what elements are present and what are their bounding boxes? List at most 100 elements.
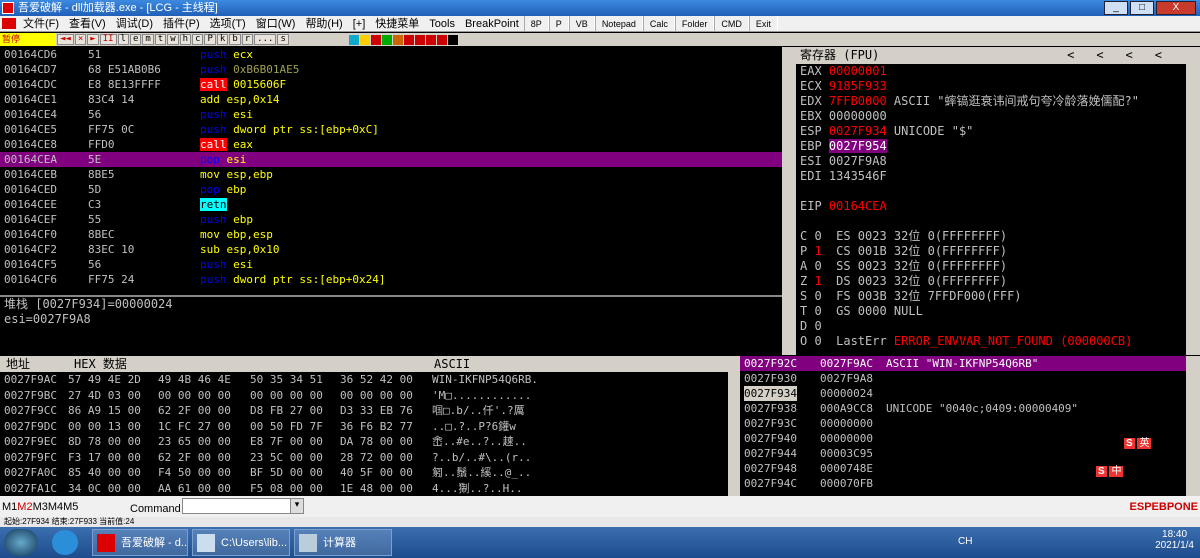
mark-m5[interactable]: M5 <box>63 501 78 513</box>
disasm-row[interactable]: 00164CF2 83EC 10 sub esp,0x10 <box>0 242 782 257</box>
taskbar-app-explorer[interactable]: C:\Users\lib... <box>192 529 290 556</box>
tb-c-button[interactable]: c <box>192 34 204 45</box>
stack-row[interactable]: 0027F940 00000000 <box>740 431 1186 446</box>
vertical-splitter[interactable] <box>782 47 796 355</box>
register-edx[interactable]: EDX 7FFB0000 ASCII "蟀镐逛衰讳间戒句夸冷龄落娩儒配?" <box>796 94 1200 109</box>
flag-z[interactable]: Z 1 DS 0023 32位 0(FFFFFFFF) <box>796 274 1200 289</box>
disasm-row[interactable]: 00164CE8 FFD0 call eax <box>0 137 782 152</box>
taskbar-app-debugger[interactable]: 吾爱破解 - d... <box>92 529 188 556</box>
menu-shortcut[interactable]: 快捷菜单 <box>370 16 424 31</box>
tb-e-button[interactable]: e <box>129 34 142 45</box>
mark-m4[interactable]: M4 <box>48 501 63 513</box>
dump-row[interactable]: 0027FA1C 34 0C 00 00 AA 61 00 00 F5 08 00 0… <box>0 481 728 497</box>
disasm-row[interactable]: 00164CE1 83C4 14 add esp,0x14 <box>0 92 782 107</box>
flag-c[interactable]: C 0 ES 0023 32位 0(FFFFFFFF) <box>796 229 1200 244</box>
restart-button[interactable]: ◄◄ <box>57 34 74 45</box>
start-button[interactable] <box>4 529 38 556</box>
minimize-button[interactable]: _ <box>1104 1 1128 15</box>
menu-plugins[interactable]: 插件(P) <box>158 16 205 31</box>
disasm-row[interactable]: 00164CF0 8BEC mov ebp,esp <box>0 227 782 242</box>
tb-s-button[interactable]: s <box>277 34 289 45</box>
disasm-row[interactable]: 00164CEA 5E pop esi <box>0 152 782 167</box>
disasm-row[interactable]: 00164CEE C3 retn <box>0 197 782 212</box>
menu-plus[interactable]: [+] <box>348 16 371 31</box>
plugin-folder[interactable]: Folder <box>674 16 715 31</box>
dump-row[interactable]: 0027F9EC 8D 78 00 00 23 65 00 00 E8 7F 00 0… <box>0 434 728 450</box>
tb-dots-button[interactable]: ... <box>254 34 277 45</box>
toolbar-icon-9[interactable] <box>436 34 447 45</box>
toolbar-icon-5[interactable] <box>392 34 403 45</box>
terminate-button[interactable]: × <box>74 34 87 45</box>
dump-row[interactable]: 0027F9BC 27 4D 03 00 00 00 00 00 00 00 00 0… <box>0 388 728 404</box>
disasm-row[interactable]: 00164CF5 56 push esi <box>0 257 782 272</box>
ime-indicator-bottom[interactable]: S 中 <box>1096 462 1124 477</box>
ime-tray[interactable]: CH <box>958 536 972 547</box>
flag-d[interactable]: D 0 <box>796 319 1200 334</box>
menu-breakpoint[interactable]: BreakPoint <box>460 16 524 31</box>
disassembly-pane[interactable]: 00164CD6 51 push ecx 00164CD7 68 E51AB0B6 pus… <box>0 47 782 295</box>
disasm-row[interactable]: 00164CEB 8BE5 mov esp,ebp <box>0 167 782 182</box>
flag-s[interactable]: S 0 FS 003B 32位 7FFDF000(FFF) <box>796 289 1200 304</box>
dump-pane[interactable]: 0027F9AC 57 49 4E 2D 49 4B 46 4E 50 35 34 5… <box>0 372 728 496</box>
register-edi[interactable]: EDI 1343546F <box>796 169 1200 184</box>
maximize-button[interactable]: □ <box>1130 1 1154 15</box>
dump-row[interactable]: 0027F9AC 57 49 4E 2D 49 4B 46 4E 50 35 34 5… <box>0 372 728 388</box>
plugin-8p[interactable]: 8P <box>523 16 549 31</box>
clock[interactable]: 18:40 2021/1/4 <box>1155 529 1194 551</box>
disasm-row[interactable]: 00164CD7 68 E51AB0B6 push 0xB6B01AE5 <box>0 62 782 77</box>
stack-row[interactable]: 0027F92C 0027F9AC ASCII "WIN-IKFNP54Q6RB" <box>740 356 1186 371</box>
mark-m2[interactable]: M2 <box>17 501 32 513</box>
toolbar-icon-6[interactable] <box>403 34 414 45</box>
toolbar-icon-2[interactable] <box>359 34 370 45</box>
mark-m1[interactable]: M1 <box>2 501 17 513</box>
tb-w-button[interactable]: w <box>167 34 179 45</box>
register-ebx[interactable]: EBX 00000000 <box>796 109 1200 124</box>
close-button[interactable]: X <box>1156 1 1196 15</box>
dump-scrollbar[interactable] <box>728 356 740 496</box>
menu-options[interactable]: 选项(T) <box>205 16 251 31</box>
mark-tabs[interactable]: M1M2M3M4M5 <box>2 501 78 513</box>
plugin-p[interactable]: P <box>548 16 569 31</box>
register-eip[interactable]: EIP 00164CEA <box>796 199 1200 214</box>
tb-m-button[interactable]: m <box>142 34 154 45</box>
plugin-cmd[interactable]: CMD <box>714 16 749 31</box>
plugin-notepad[interactable]: Notepad <box>594 16 643 31</box>
plugin-calc[interactable]: Calc <box>642 16 675 31</box>
stack-row[interactable]: 0027F930 0027F9A8 <box>740 371 1186 386</box>
flag-o[interactable]: O 0 LastErr ERROR_ENVVAR_NOT_FOUND (0000… <box>796 334 1200 349</box>
stack-row[interactable]: 0027F938 000A9CC8 UNICODE "0040c;0409:0000… <box>740 401 1186 416</box>
stack-row[interactable]: 0027F94C 000070FB <box>740 476 1186 491</box>
tb-b-button[interactable]: b <box>229 34 241 45</box>
stack-row[interactable]: 0027F944 00003C95 <box>740 446 1186 461</box>
tb-p-button[interactable]: P <box>204 34 216 45</box>
disasm-row[interactable]: 00164CED 5D pop ebp <box>0 182 782 197</box>
command-input[interactable] <box>182 498 302 514</box>
plugin-exit[interactable]: Exit <box>748 16 778 31</box>
disasm-row[interactable]: 00164CE5 FF75 0C push dword ptr ss:[ebp+0x… <box>0 122 782 137</box>
dump-row[interactable]: 0027F9DC 00 00 13 00 1C FC 27 00 00 50 FD 7… <box>0 419 728 435</box>
menu-app-icon[interactable] <box>2 18 16 29</box>
registers-nav-arrows[interactable]: <<<< <box>1067 47 1184 64</box>
tb-h-button[interactable]: h <box>179 34 192 45</box>
menu-debug[interactable]: 调试(D) <box>111 16 158 31</box>
dump-row[interactable]: 0027F9CC 86 A9 15 00 62 2F 00 00 D8 FB 27 0… <box>0 403 728 419</box>
menu-view[interactable]: 查看(V) <box>64 16 111 31</box>
menu-file[interactable]: 文件(F) <box>18 16 64 31</box>
flag-p[interactable]: P 1 CS 001B 32位 0(FFFFFFFF) <box>796 244 1200 259</box>
plugin-vb[interactable]: VB <box>568 16 595 31</box>
registers-pane[interactable]: 寄存器 (FPU) <<<< EAX 00000001 ECX 9185F933 E… <box>796 47 1200 355</box>
flag-a[interactable]: A 0 SS 0023 32位 0(FFFFFFFF) <box>796 259 1200 274</box>
register-esi[interactable]: ESI 0027F9A8 <box>796 154 1200 169</box>
taskbar-app-calculator[interactable]: 计算器 <box>294 529 392 556</box>
pause-button[interactable]: II <box>99 34 117 45</box>
toolbar-icon-4[interactable] <box>381 34 392 45</box>
flag-t[interactable]: T 0 GS 0000 NULL <box>796 304 1200 319</box>
register-esp[interactable]: ESP 0027F934 UNICODE "$" <box>796 124 1200 139</box>
disasm-row[interactable]: 00164CD6 51 push ecx <box>0 47 782 62</box>
run-button[interactable]: ► <box>87 34 99 45</box>
disasm-row[interactable]: 00164CE4 56 push esi <box>0 107 782 122</box>
stack-row[interactable]: 0027F934 00000024 <box>740 386 1186 401</box>
register-ebp[interactable]: EBP 0027F954 <box>796 139 1200 154</box>
tb-r-button[interactable]: r <box>241 34 254 45</box>
toolbar-icon-8[interactable] <box>425 34 436 45</box>
